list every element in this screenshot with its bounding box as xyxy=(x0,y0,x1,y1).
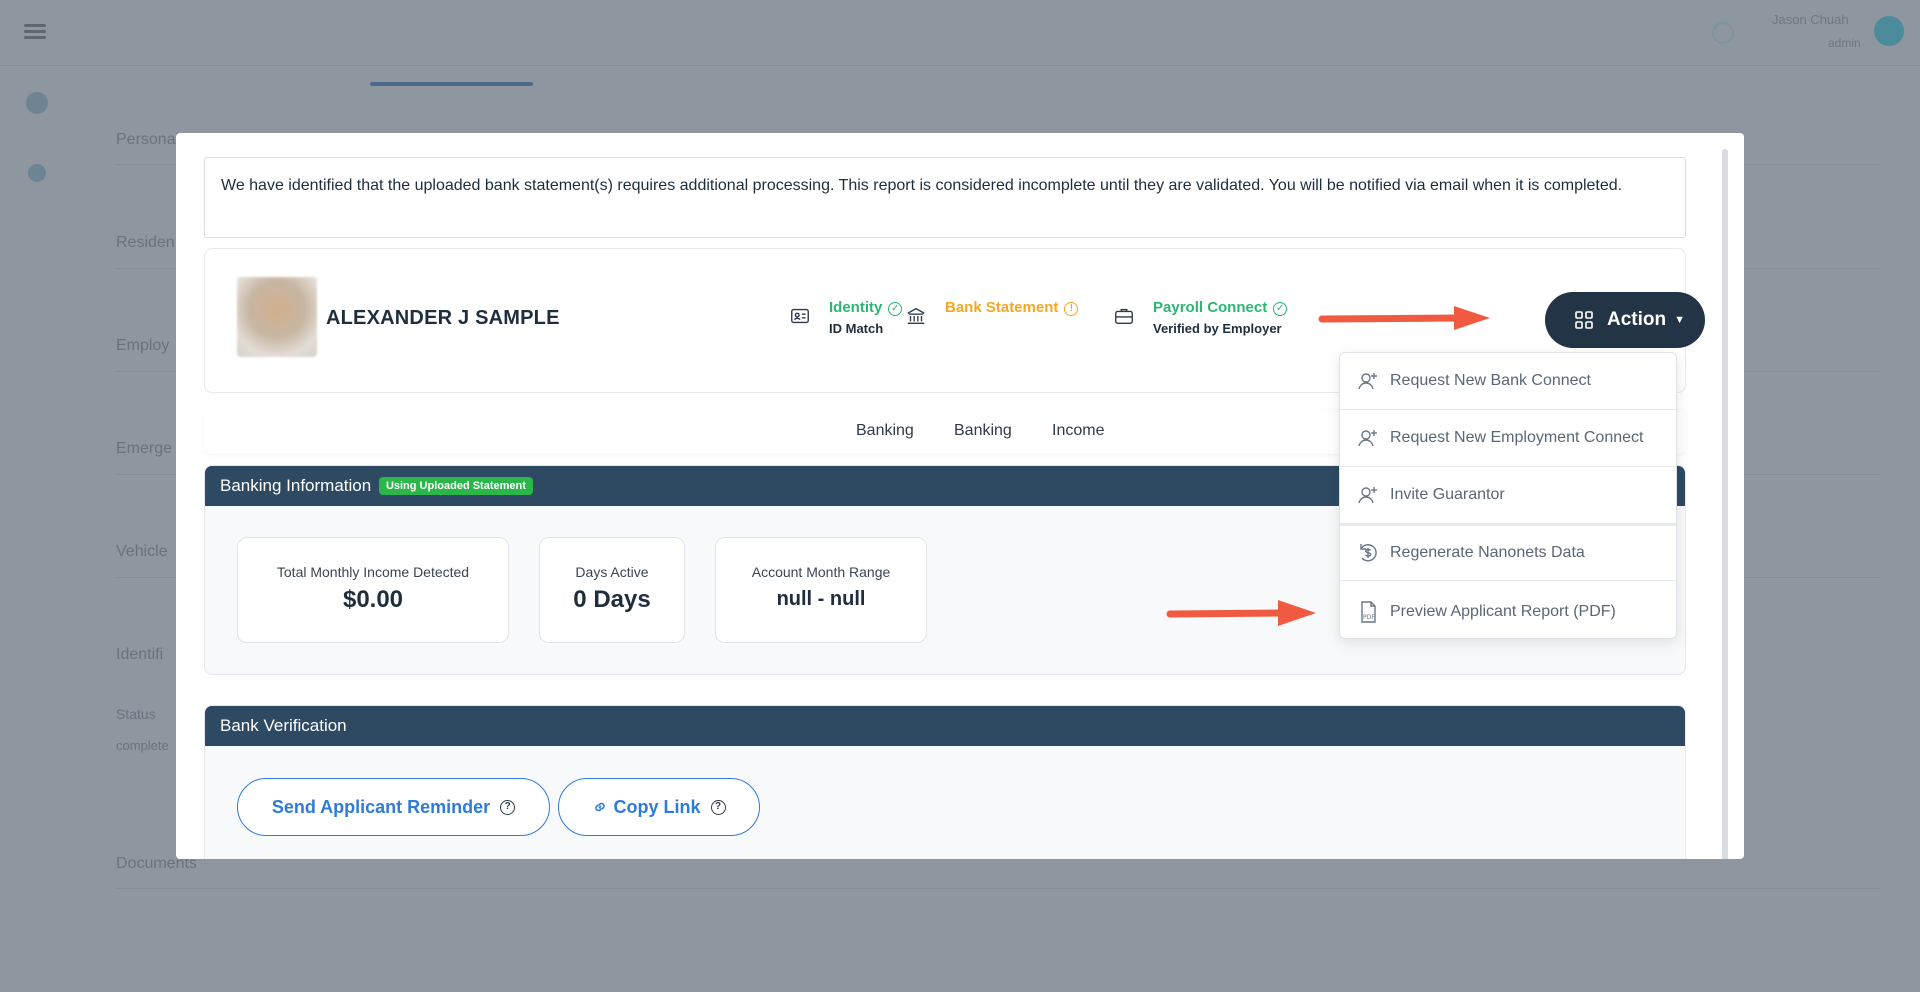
hamburger-menu-icon[interactable] xyxy=(24,24,46,40)
help-icon[interactable]: ? xyxy=(710,799,726,815)
background-row-label: Personal xyxy=(116,131,180,148)
user-plus-icon xyxy=(1358,430,1377,447)
payroll-connect-status-subtitle: Verified by Employer xyxy=(1153,321,1282,336)
days-active-label: Days Active xyxy=(575,564,649,580)
uploaded-statement-badge: Using Uploaded Statement xyxy=(378,477,533,495)
sidebar-home-icon[interactable] xyxy=(26,92,48,114)
link-icon xyxy=(595,802,606,812)
menu-item-label: Request New Bank Connect xyxy=(1390,372,1591,389)
menu-item-request-new-bank-connect[interactable]: Request New Bank Connect xyxy=(1340,353,1676,410)
applicant-name: ALEXANDER J SAMPLE xyxy=(326,307,560,329)
background-row-label: Vehicle xyxy=(116,543,168,560)
user-name: Jason Chuah xyxy=(1772,12,1849,27)
background-row-label: Residen xyxy=(116,234,175,251)
background-row-divider xyxy=(116,888,1880,889)
check-circle-icon: ✓ xyxy=(1273,302,1288,316)
pdf-icon: PDF xyxy=(1361,600,1376,623)
menu-item-request-new-employment-connect[interactable]: Request New Employment Connect xyxy=(1340,410,1676,467)
days-active-card: Days Active 0 Days xyxy=(539,537,685,643)
action-button[interactable]: Action ▼ xyxy=(1545,292,1705,348)
background-status-label: Status xyxy=(116,706,156,722)
menu-item-label: Request New Employment Connect xyxy=(1390,429,1644,446)
annotation-arrow-action xyxy=(1318,306,1490,330)
background-row-label: Emerge xyxy=(116,440,173,457)
processing-notice: We have identified that the uploaded ban… xyxy=(204,157,1686,238)
total-monthly-income-value: $0.00 xyxy=(342,586,404,613)
background-row-label: Identifi xyxy=(116,646,164,663)
background-row-label: Employ xyxy=(116,337,170,354)
tab-banking-2[interactable]: Banking xyxy=(954,422,1012,440)
bank-icon xyxy=(907,307,925,325)
menu-item-label: Regenerate Nanonets Data xyxy=(1390,544,1585,561)
menu-item-invite-guarantor[interactable]: Invite Guarantor xyxy=(1340,467,1676,524)
account-month-range-card: Account Month Range null - null xyxy=(715,537,927,643)
annotation-arrow-preview-report xyxy=(1166,600,1316,626)
action-dropdown-menu: Request New Bank Connect Request New Emp… xyxy=(1339,352,1677,639)
caret-down-icon: ▼ xyxy=(1674,314,1685,326)
menu-item-regenerate-nanonets-data[interactable]: Regenerate Nanonets Data xyxy=(1340,524,1676,581)
grid-icon xyxy=(1575,311,1593,329)
id-card-icon xyxy=(791,308,809,324)
help-icon[interactable]: ? xyxy=(500,799,516,815)
total-monthly-income-card: Total Monthly Income Detected $0.00 xyxy=(237,537,509,643)
user-plus-icon xyxy=(1358,373,1377,390)
identity-status-title: Identity ✓ xyxy=(829,299,903,316)
user-role: admin xyxy=(1828,36,1861,50)
svg-text:PDF: PDF xyxy=(1363,614,1375,621)
warning-circle-icon: ! xyxy=(1064,302,1079,316)
account-month-range-label: Account Month Range xyxy=(751,564,891,580)
briefcase-icon xyxy=(1115,308,1133,325)
action-button-label: Action xyxy=(1607,309,1667,330)
user-avatar[interactable] xyxy=(1874,16,1904,46)
menu-item-preview-applicant-report[interactable]: PDF Preview Applicant Report (PDF) xyxy=(1340,583,1676,638)
refresh-dollar-icon xyxy=(1360,544,1377,562)
copy-link-button[interactable]: Copy Link ? xyxy=(558,778,760,836)
bank-verification-header: Bank Verification xyxy=(205,706,1685,746)
menu-item-label: Invite Guarantor xyxy=(1390,486,1505,503)
tab-banking[interactable]: Banking xyxy=(856,422,914,440)
banking-information-title: Banking Information xyxy=(220,476,372,495)
check-circle-icon: ✓ xyxy=(888,302,903,316)
bank-verification-section: Bank Verification Send Applicant Reminde… xyxy=(204,705,1686,859)
applicant-photo xyxy=(237,277,317,357)
menu-item-label: Preview Applicant Report (PDF) xyxy=(1390,602,1616,620)
account-month-range-value: null - null xyxy=(776,588,866,610)
background-topbar xyxy=(0,0,1920,66)
notification-icon[interactable] xyxy=(1712,22,1734,44)
send-applicant-reminder-label: Send Applicant Reminder xyxy=(271,796,491,817)
copy-link-label: Copy Link xyxy=(613,796,701,817)
background-active-tab-indicator xyxy=(370,82,533,86)
payroll-connect-status-title: Payroll Connect ✓ xyxy=(1153,299,1288,316)
days-active-value: 0 Days xyxy=(573,586,651,613)
background-status-value: complete xyxy=(116,738,169,753)
modal-scrollbar[interactable] xyxy=(1722,149,1728,859)
sidebar-settings-icon[interactable] xyxy=(28,164,46,182)
identity-status-subtitle: ID Match xyxy=(829,321,884,336)
total-monthly-income-label: Total Monthly Income Detected xyxy=(276,564,470,580)
user-plus-icon xyxy=(1358,487,1377,504)
tab-income[interactable]: Income xyxy=(1052,422,1104,440)
bank-statement-status-title: Bank Statement! xyxy=(945,299,1079,316)
send-applicant-reminder-button[interactable]: Send Applicant Reminder ? xyxy=(237,778,550,836)
